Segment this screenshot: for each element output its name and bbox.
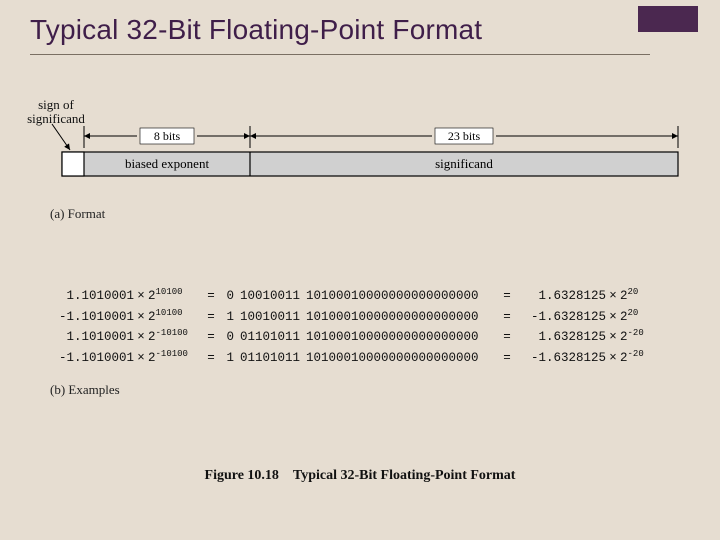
example-row: -1.1010001×210100=1100100111010001000000… <box>36 307 660 328</box>
format-diagram: sign of significand 8 bits 23 bits <box>22 108 698 188</box>
caption-a: (a) Format <box>50 206 105 222</box>
page-title: Typical 32-Bit Floating-Point Format <box>30 14 650 55</box>
dim-23bits-label: 23 bits <box>448 129 481 143</box>
fig-num: Figure 10.18 <box>205 468 279 483</box>
dim-8bits-label: 8 bits <box>154 129 181 143</box>
caption-b: (b) Examples <box>50 382 120 398</box>
sign-label-line2: significand <box>27 111 85 126</box>
examples-list: 1.1010001×210100=01001001110100010000000… <box>36 286 660 368</box>
field-exp-label: biased exponent <box>125 156 210 171</box>
example-row: 1.1010001×210100=01001001110100010000000… <box>36 286 660 307</box>
example-row: 1.1010001×2-10100=0011010111010001000000… <box>36 327 660 348</box>
figure-caption: Figure 10.18 Typical 32-Bit Floating-Poi… <box>0 468 720 484</box>
sign-label: sign of significand <box>24 98 88 125</box>
fig-title: Typical 32-Bit Floating-Point Format <box>293 468 516 483</box>
format-svg: 8 bits 23 bits biased exponent significa… <box>22 108 698 188</box>
example-row: -1.1010001×2-10100=101101011101000100000… <box>36 348 660 369</box>
field-sig-label: significand <box>435 156 493 171</box>
